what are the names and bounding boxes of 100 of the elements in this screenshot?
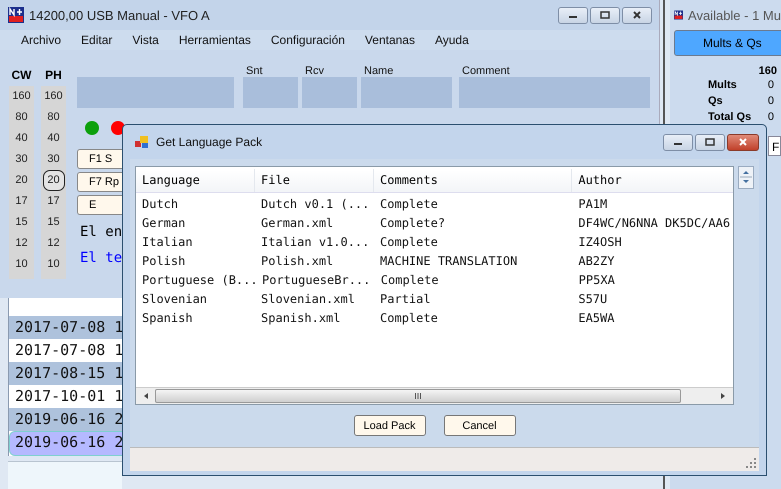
column-header[interactable]: Comments xyxy=(374,169,572,192)
table-cell-text: DF4WC/N6NNA DK5DC/AA6 xyxy=(577,215,732,232)
message-text: El en xyxy=(80,223,122,242)
resize-grip-icon xyxy=(746,458,756,468)
window-title: Available - 1 Mu xyxy=(688,8,781,22)
table-cell-text: AB2ZY xyxy=(577,253,616,270)
band-item[interactable]: 12 xyxy=(10,233,32,254)
function-key-button[interactable]: F1 S xyxy=(77,149,123,169)
band-item[interactable]: 160 xyxy=(42,86,64,107)
minimize-button[interactable] xyxy=(558,6,588,24)
scroll-right-icon[interactable] xyxy=(719,392,727,400)
table-cell-text: Slovenian.xml xyxy=(260,291,356,308)
minimize-button[interactable] xyxy=(663,134,693,150)
dialog-button[interactable]: Cancel xyxy=(444,415,516,436)
table-cell-text: Portuguese (B... xyxy=(141,272,256,289)
grip-icon xyxy=(414,392,422,400)
stat-label: Qs xyxy=(708,95,723,107)
band-item[interactable]: 10 xyxy=(42,254,64,275)
function-key-button[interactable]: E xyxy=(77,195,123,215)
field-label: Snt xyxy=(245,65,264,77)
stat-label: Total Qs xyxy=(708,111,752,123)
input-field[interactable] xyxy=(302,77,357,108)
table-cell-text: PortugueseBr... xyxy=(261,272,372,289)
stat-value: 0 xyxy=(768,95,774,107)
menu-item[interactable]: Configuración xyxy=(270,30,345,50)
table-cell-text: German xyxy=(141,215,186,232)
table-cell-text: Complete xyxy=(379,196,439,213)
band-item[interactable]: 160 xyxy=(10,86,32,107)
mults-button[interactable]: Mults & Qs xyxy=(674,30,781,56)
close-button[interactable] xyxy=(727,134,759,150)
column-header[interactable]: Language xyxy=(136,169,256,192)
log-row[interactable]: 2017-07-08 1 xyxy=(9,339,122,362)
field-label: Rcv xyxy=(304,65,325,77)
close-icon xyxy=(738,137,748,147)
table-cell-text: Complete xyxy=(379,310,439,327)
band-item[interactable]: 15 xyxy=(10,212,32,233)
column-header[interactable]: Author xyxy=(572,169,733,192)
table-cell-text: Spanish xyxy=(141,310,194,327)
horizontal-scrollbar[interactable] xyxy=(136,387,733,404)
band-item[interactable]: 30 xyxy=(10,149,32,170)
band-item[interactable]: 30 xyxy=(42,149,64,170)
spin-button[interactable] xyxy=(738,166,754,189)
message-text: El te xyxy=(80,249,122,268)
close-button[interactable] xyxy=(622,6,652,24)
table-cell-text: Polish xyxy=(141,253,186,270)
menu-item[interactable]: Herramientas xyxy=(178,30,251,50)
table-cell-text: Spanish.xml xyxy=(260,310,342,327)
band-item[interactable]: 17 xyxy=(10,191,32,212)
tab-label[interactable]: F xyxy=(768,136,781,156)
dialog-button[interactable]: Load Pack xyxy=(354,415,426,436)
field-label: Name xyxy=(363,65,394,77)
log-row[interactable]: 2017-10-01 1 xyxy=(9,385,122,408)
maximize-icon xyxy=(600,10,610,20)
log-row[interactable]: 2017-07-08 1 xyxy=(9,316,122,339)
menu-item[interactable]: Editar xyxy=(81,30,112,50)
input-field[interactable] xyxy=(361,77,452,108)
stat-label: Mults xyxy=(708,79,737,91)
app-icon xyxy=(8,7,24,23)
dialog-title: Get Language Pack xyxy=(156,135,262,149)
band-item[interactable]: 17 xyxy=(42,191,64,212)
scroll-left-icon[interactable] xyxy=(142,392,150,400)
call-field[interactable] xyxy=(77,77,234,108)
input-field[interactable] xyxy=(459,77,650,108)
table-cell-text: S57U xyxy=(577,291,608,308)
field-label: Comment xyxy=(461,65,511,77)
band-item[interactable]: 40 xyxy=(10,128,32,149)
band-item[interactable]: 40 xyxy=(42,128,64,149)
close-icon xyxy=(632,10,642,20)
band-item[interactable]: 20 xyxy=(10,170,32,191)
band-item[interactable]: 12 xyxy=(42,233,64,254)
table-cell-text: Partial xyxy=(379,291,432,308)
maximize-button[interactable] xyxy=(695,134,725,150)
log-row[interactable]: 2017-08-15 1 xyxy=(9,362,122,385)
table-cell-text: Polish.xml xyxy=(260,253,334,270)
window-icon xyxy=(134,134,150,150)
band-item[interactable]: 80 xyxy=(10,107,32,128)
maximize-icon xyxy=(705,137,715,147)
band-item[interactable]: 10 xyxy=(10,254,32,275)
table-cell-text: Complete? xyxy=(379,215,446,232)
menu-item[interactable]: Ventanas xyxy=(364,30,415,50)
band-item[interactable]: 20 xyxy=(42,170,64,191)
maximize-button[interactable] xyxy=(590,6,620,24)
log-row[interactable]: 2019-06-16 2 xyxy=(9,431,122,456)
band-item[interactable]: 80 xyxy=(42,107,64,128)
band-header: 160 xyxy=(758,65,778,77)
band-item[interactable]: 15 xyxy=(42,212,64,233)
log-row[interactable]: 2019-06-16 2 xyxy=(9,408,122,431)
stat-value: 0 xyxy=(768,79,774,91)
table-cell-text: PP5XA xyxy=(578,272,616,289)
stat-value: 0 xyxy=(768,111,774,123)
function-key-button[interactable]: F7 Rp xyxy=(77,172,123,192)
menu-item[interactable]: Vista xyxy=(132,30,159,50)
table-cell-text: EA5WA xyxy=(577,310,616,327)
table-cell-text: Complete xyxy=(380,272,440,289)
input-field[interactable] xyxy=(243,77,298,108)
menu-item[interactable]: Ayuda xyxy=(434,30,469,50)
menu-item[interactable]: Archivo xyxy=(21,30,62,50)
table-cell-text: Italian xyxy=(141,234,194,251)
table-cell-text: Complete xyxy=(379,234,439,251)
column-header[interactable]: File xyxy=(255,169,374,192)
